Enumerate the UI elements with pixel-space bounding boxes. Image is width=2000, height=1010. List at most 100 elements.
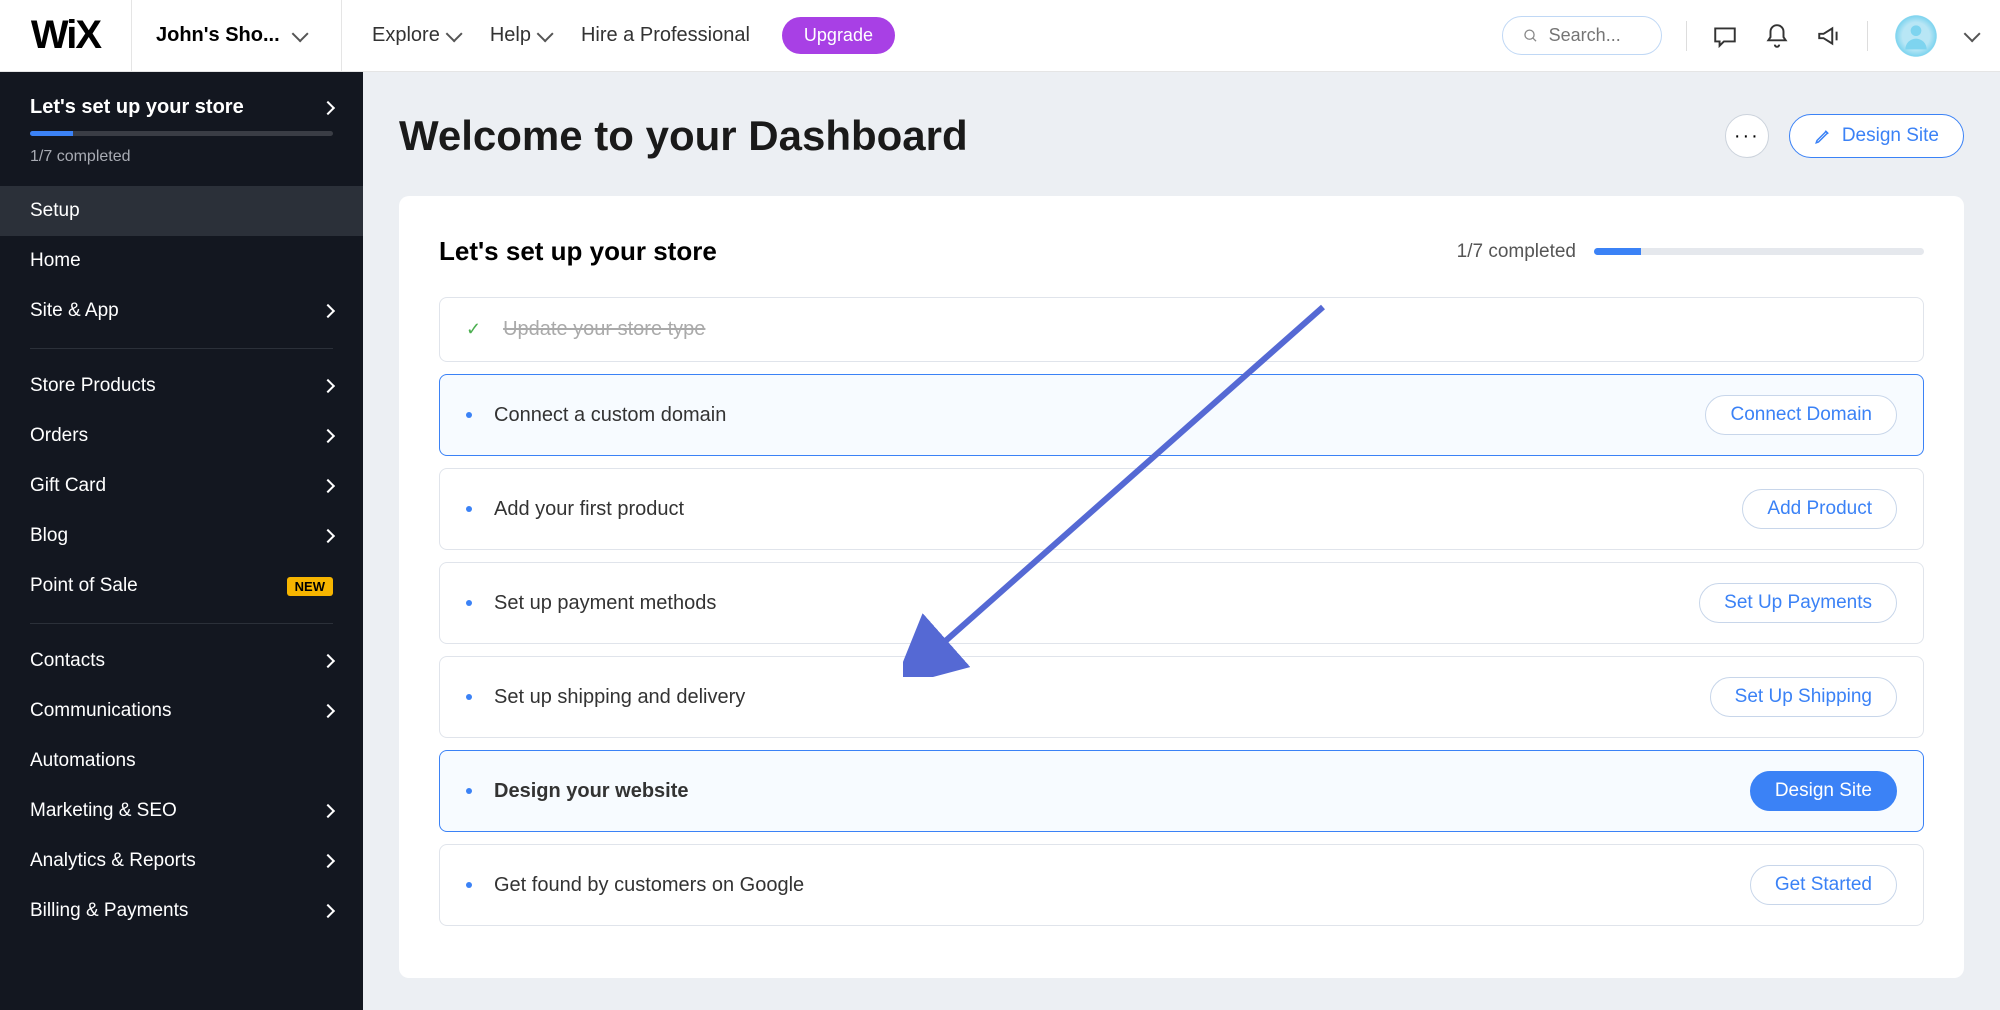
setup-shipping-button[interactable]: Set Up Shipping bbox=[1710, 677, 1897, 717]
site-selector[interactable]: John's Sho... bbox=[132, 0, 342, 71]
sidebar-item-analytics-reports[interactable]: Analytics & Reports bbox=[0, 836, 363, 886]
design-site-label: Design Site bbox=[1842, 125, 1939, 147]
wix-logo[interactable]: WiX bbox=[0, 0, 132, 71]
sidebar-item-marketing-seo[interactable]: Marketing & SEO bbox=[0, 786, 363, 836]
search-input[interactable] bbox=[1549, 25, 1641, 46]
sidebar-item-label: Site & App bbox=[30, 300, 119, 322]
sidebar-item-store-products[interactable]: Store Products bbox=[0, 361, 363, 411]
search-box[interactable] bbox=[1502, 16, 1662, 55]
add-product-button[interactable]: Add Product bbox=[1742, 489, 1897, 529]
topbar: WiX John's Sho... Explore Help Hire a Pr… bbox=[0, 0, 2000, 72]
megaphone-icon[interactable] bbox=[1815, 22, 1843, 50]
chevron-down-icon bbox=[537, 25, 554, 42]
bullet-icon bbox=[466, 788, 472, 794]
connect-domain-button[interactable]: Connect Domain bbox=[1705, 395, 1897, 435]
card-progress-bar bbox=[1594, 248, 1924, 255]
avatar[interactable] bbox=[1892, 12, 1940, 60]
nav-help[interactable]: Help bbox=[490, 24, 549, 47]
sidebar-item-label: Contacts bbox=[30, 650, 105, 672]
site-name: John's Sho... bbox=[156, 24, 280, 47]
main-header: Welcome to your Dashboard ··· Design Sit… bbox=[399, 112, 1964, 160]
page-title: Welcome to your Dashboard bbox=[399, 112, 968, 160]
step-label: Set up payment methods bbox=[494, 592, 716, 615]
step-label: Set up shipping and delivery bbox=[494, 686, 745, 709]
get-started-button[interactable]: Get Started bbox=[1750, 865, 1897, 905]
step-label: Get found by customers on Google bbox=[494, 874, 804, 897]
sidebar-item-orders[interactable]: Orders bbox=[0, 411, 363, 461]
card-progress: 1/7 completed bbox=[1457, 241, 1924, 263]
more-button[interactable]: ··· bbox=[1725, 114, 1769, 158]
sidebar-item-label: Marketing & SEO bbox=[30, 800, 177, 822]
nav-help-label: Help bbox=[490, 24, 531, 47]
chevron-right-icon bbox=[321, 654, 335, 668]
chat-icon[interactable] bbox=[1711, 22, 1739, 50]
card-header: Let's set up your store 1/7 completed bbox=[439, 236, 1924, 267]
divider bbox=[30, 623, 333, 624]
upgrade-button[interactable]: Upgrade bbox=[782, 17, 895, 54]
card-title: Let's set up your store bbox=[439, 236, 717, 267]
sidebar-title: Let's set up your store bbox=[30, 96, 244, 119]
sidebar-item-automations[interactable]: Automations bbox=[0, 736, 363, 786]
bell-icon[interactable] bbox=[1763, 22, 1791, 50]
sidebar-item-blog[interactable]: Blog bbox=[0, 511, 363, 561]
bullet-icon bbox=[466, 506, 472, 512]
divider bbox=[1686, 21, 1687, 51]
chevron-right-icon bbox=[321, 854, 335, 868]
nav-explore[interactable]: Explore bbox=[372, 24, 458, 47]
step-google[interactable]: Get found by customers on Google Get Sta… bbox=[439, 844, 1924, 926]
sidebar-item-label: Automations bbox=[30, 750, 136, 772]
design-site-button[interactable]: Design Site bbox=[1789, 114, 1964, 158]
sidebar-item-contacts[interactable]: Contacts bbox=[0, 636, 363, 686]
step-label: Connect a custom domain bbox=[494, 404, 726, 427]
divider bbox=[1867, 21, 1868, 51]
chevron-right-icon bbox=[321, 704, 335, 718]
card-progress-text: 1/7 completed bbox=[1457, 241, 1576, 263]
sidebar-item-communications[interactable]: Communications bbox=[0, 686, 363, 736]
bullet-icon bbox=[466, 694, 472, 700]
sidebar-header[interactable]: Let's set up your store 1/7 completed bbox=[0, 72, 363, 186]
sidebar-item-home[interactable]: Home bbox=[0, 236, 363, 286]
sidebar-item-billing-payments[interactable]: Billing & Payments bbox=[0, 886, 363, 936]
chevron-down-icon bbox=[445, 25, 462, 42]
step-shipping[interactable]: Set up shipping and delivery Set Up Ship… bbox=[439, 656, 1924, 738]
header-actions: ··· Design Site bbox=[1725, 114, 1964, 158]
step-label: Design your website bbox=[494, 780, 689, 803]
sidebar-item-label: Home bbox=[30, 250, 81, 272]
bullet-icon bbox=[466, 600, 472, 606]
bullet-icon bbox=[466, 882, 472, 888]
chevron-down-icon[interactable] bbox=[1964, 25, 1981, 42]
step-update-store-type[interactable]: ✓ Update your store type bbox=[439, 297, 1924, 362]
chevron-right-icon bbox=[321, 529, 335, 543]
chevron-right-icon bbox=[321, 379, 335, 393]
chevron-right-icon bbox=[321, 804, 335, 818]
sidebar-item-label: Analytics & Reports bbox=[30, 850, 196, 872]
step-add-product[interactable]: Add your first product Add Product bbox=[439, 468, 1924, 550]
bullet-icon bbox=[466, 412, 472, 418]
badge-new: NEW bbox=[287, 577, 333, 596]
sidebar-item-label: Communications bbox=[30, 700, 172, 722]
design-site-step-button[interactable]: Design Site bbox=[1750, 771, 1897, 811]
sidebar-item-site-app[interactable]: Site & App bbox=[0, 286, 363, 336]
step-label: Update your store type bbox=[503, 318, 705, 341]
step-connect-domain[interactable]: Connect a custom domain Connect Domain bbox=[439, 374, 1924, 456]
progress-bar bbox=[30, 131, 333, 136]
step-label: Add your first product bbox=[494, 498, 684, 521]
sidebar-item-label: Gift Card bbox=[30, 475, 106, 497]
divider bbox=[30, 348, 333, 349]
sidebar-item-point-of-sale[interactable]: Point of Sale NEW bbox=[0, 561, 363, 611]
nav-hire-label: Hire a Professional bbox=[581, 24, 750, 47]
main: Welcome to your Dashboard ··· Design Sit… bbox=[363, 72, 2000, 1010]
setup-card: Let's set up your store 1/7 completed ✓ … bbox=[399, 196, 1964, 978]
sidebar-item-setup[interactable]: Setup bbox=[0, 186, 363, 236]
sidebar-item-label: Store Products bbox=[30, 375, 156, 397]
pencil-icon bbox=[1814, 127, 1832, 145]
sidebar-item-label: Orders bbox=[30, 425, 88, 447]
step-payments[interactable]: Set up payment methods Set Up Payments bbox=[439, 562, 1924, 644]
step-design-website[interactable]: Design your website Design Site bbox=[439, 750, 1924, 832]
setup-payments-button[interactable]: Set Up Payments bbox=[1699, 583, 1897, 623]
progress-text: 1/7 completed bbox=[30, 148, 333, 166]
nav-hire[interactable]: Hire a Professional bbox=[581, 24, 750, 47]
sidebar-item-label: Billing & Payments bbox=[30, 900, 188, 922]
sidebar-item-gift-card[interactable]: Gift Card bbox=[0, 461, 363, 511]
topbar-right bbox=[1502, 12, 2000, 60]
